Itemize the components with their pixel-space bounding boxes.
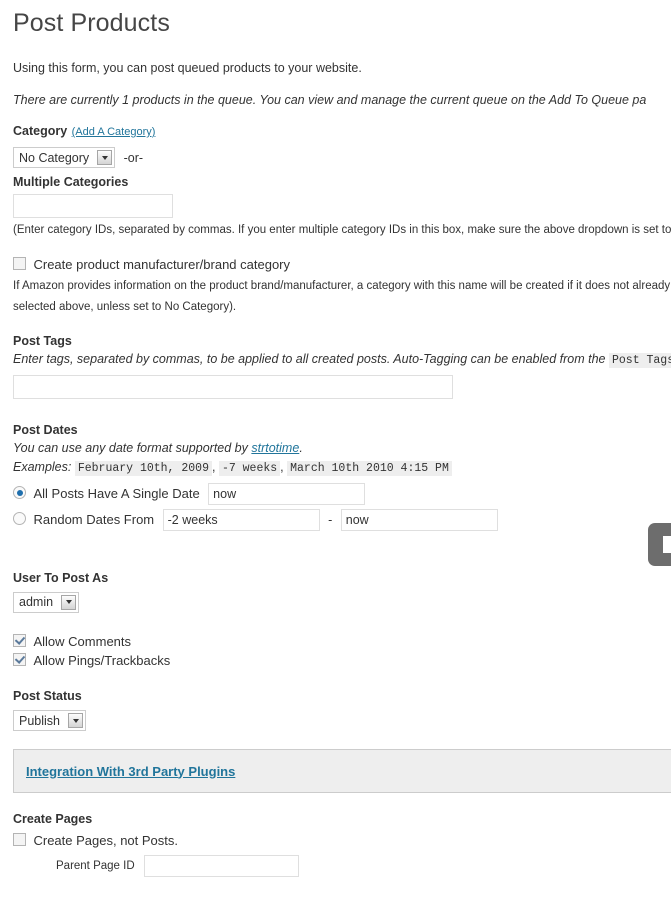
post-status-select[interactable]: Publish xyxy=(13,710,86,732)
post-status-select-value: Publish xyxy=(19,713,60,728)
user-select-value: admin xyxy=(19,595,54,610)
user-label: User To Post As xyxy=(13,570,109,585)
create-pages-checkbox[interactable] xyxy=(13,833,26,847)
integration-panel: Integration With 3rd Party Plugins xyxy=(13,749,671,794)
parent-page-id-label: Parent Page ID xyxy=(56,860,135,873)
example-date-2: -7 weeks xyxy=(218,461,281,477)
chevron-down-icon xyxy=(68,713,83,729)
examples-label: Examples: xyxy=(13,460,72,475)
random-date-separator: - xyxy=(328,512,333,527)
queue-status-note: There are currently 1 products in the qu… xyxy=(13,93,647,107)
multiple-categories-label: Multiple Categories xyxy=(13,175,129,189)
create-pages-label: Create Pages xyxy=(13,812,93,827)
manufacturer-section: Create product manufacturer/brand catego… xyxy=(13,255,671,318)
parent-page-row: Parent Page ID xyxy=(13,855,671,878)
random-dates-label: Random Dates From xyxy=(33,511,155,527)
multiple-categories-section: Multiple Categories (Enter category IDs,… xyxy=(13,174,671,241)
manufacturer-checkbox[interactable] xyxy=(13,257,26,270)
add-a-category-link[interactable]: (Add A Category) xyxy=(72,126,156,138)
random-date-from-input[interactable] xyxy=(162,508,320,531)
post-status-label: Post Status xyxy=(13,689,82,704)
example-date-1: February 10th, 2009 xyxy=(74,461,212,477)
allow-pings-label: Allow Pings/Trackbacks xyxy=(33,653,171,669)
side-feedback-tab[interactable] xyxy=(648,523,671,566)
post-dates-note-suffix: . xyxy=(299,441,303,456)
manufacturer-helper: If Amazon provides information on the pr… xyxy=(13,280,671,314)
post-products-page: Post Products Using this form, you can p… xyxy=(0,0,671,878)
random-dates-radio[interactable] xyxy=(13,511,26,525)
single-date-label: All Posts Have A Single Date xyxy=(33,485,200,501)
multiple-categories-input[interactable] xyxy=(13,194,173,218)
post-tags-note: Enter tags, separated by commas, to be a… xyxy=(13,350,671,370)
allow-comments-checkbox[interactable] xyxy=(13,633,26,647)
intro-text: Using this form, you can post queued pro… xyxy=(13,61,362,75)
example-date-3: March 10th 2010 4:15 PM xyxy=(287,461,452,477)
single-date-input[interactable] xyxy=(208,482,366,505)
allow-comments-label: Allow Comments xyxy=(33,633,132,649)
user-select[interactable]: admin xyxy=(13,591,80,613)
create-pages-checkbox-label: Create Pages, not Posts. xyxy=(33,833,179,849)
or-separator: -or- xyxy=(123,150,144,165)
post-dates-note-prefix: You can use any date format supported by xyxy=(13,441,248,456)
post-tags-input[interactable] xyxy=(13,375,453,400)
post-tags-label: Post Tags xyxy=(13,334,72,349)
post-dates-section: Post Dates You can use any date format s… xyxy=(13,421,671,531)
category-label: Category xyxy=(13,124,68,138)
category-section: Category (Add A Category) No Category -o… xyxy=(13,122,671,168)
allow-pings-row[interactable]: Allow Pings/Trackbacks xyxy=(13,651,671,670)
create-pages-row[interactable]: Create Pages, not Posts. xyxy=(13,831,671,850)
single-date-row[interactable]: All Posts Have A Single Date xyxy=(13,482,671,505)
integration-plugins-link[interactable]: Integration With 3rd Party Plugins xyxy=(26,764,235,779)
post-status-section: Post Status Publish xyxy=(13,687,671,732)
single-date-radio[interactable] xyxy=(13,486,26,500)
user-section: User To Post As admin xyxy=(13,569,671,613)
manufacturer-checkbox-row[interactable]: Create product manufacturer/brand catego… xyxy=(13,255,671,274)
manufacturer-checkbox-label: Create product manufacturer/brand catego… xyxy=(33,257,291,273)
post-dates-label: Post Dates xyxy=(13,423,78,438)
allow-pings-checkbox[interactable] xyxy=(13,652,26,666)
chevron-down-icon xyxy=(97,150,113,165)
options-section: Allow Comments Allow Pings/Trackbacks xyxy=(13,632,671,670)
post-tags-section: Post Tags Enter tags, separated by comma… xyxy=(13,332,671,400)
random-dates-row[interactable]: Random Dates From - xyxy=(13,508,671,531)
post-tags-note-part1: Enter tags, separated by commas, to be a… xyxy=(13,352,606,367)
strtotime-link[interactable]: strtotime xyxy=(251,441,299,455)
category-select-value: No Category xyxy=(19,150,90,165)
create-pages-section: Create Pages Create Pages, not Posts. Pa… xyxy=(13,810,671,878)
random-date-to-input[interactable] xyxy=(340,508,498,531)
category-select[interactable]: No Category xyxy=(13,147,116,168)
multiple-categories-helper: (Enter category IDs, separated by commas… xyxy=(13,224,671,236)
post-dates-examples: Examples: February 10th, 2009, -7 weeks,… xyxy=(13,458,671,478)
post-dates-note: You can use any date format supported by… xyxy=(13,439,671,458)
parent-page-id-input[interactable] xyxy=(144,855,300,878)
chevron-down-icon xyxy=(61,594,77,610)
page-title: Post Products xyxy=(13,9,170,37)
allow-comments-row[interactable]: Allow Comments xyxy=(13,632,671,651)
code-post-tags: Post Tags xyxy=(608,353,671,369)
